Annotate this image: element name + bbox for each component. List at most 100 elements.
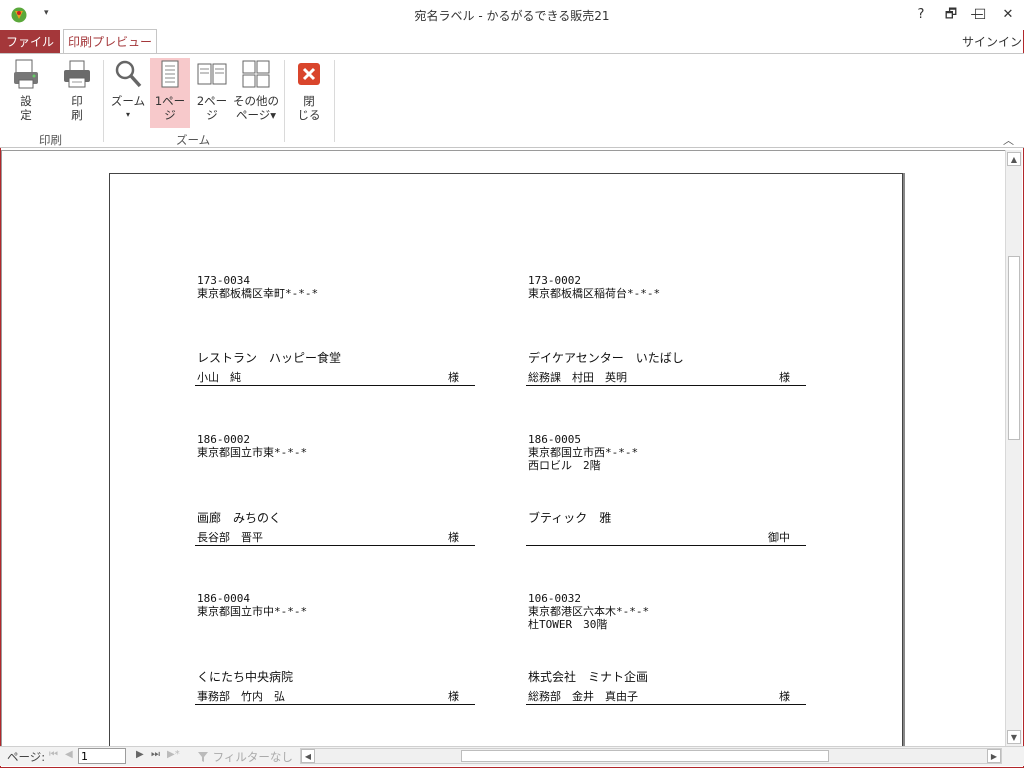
group-separator <box>103 60 104 142</box>
vertical-scroll-thumb[interactable] <box>1008 256 1020 440</box>
zoom-button[interactable]: ズーム ▾ <box>108 58 148 128</box>
label-address: 東京都国立市中*-*-* <box>197 605 308 618</box>
label-company: ブティック 雅 <box>528 511 612 525</box>
label-person: 事務部 竹内 弘 <box>197 690 285 703</box>
page-setup-icon <box>14 59 38 89</box>
filter-status[interactable]: フィルターなし <box>197 749 293 765</box>
page-setup-button[interactable]: 設 定 <box>6 58 46 128</box>
printer-icon <box>64 60 90 88</box>
label-underline <box>195 385 475 386</box>
close-window-button[interactable]: ✕ <box>993 4 1023 26</box>
address-label: 186-0002 東京都国立市東*-*-* 画廊 みちのく 長谷部 晋平 様 <box>195 433 477 547</box>
last-page-button[interactable]: ⏭ <box>151 749 160 760</box>
group-label-zoom: ズーム <box>176 133 211 147</box>
signin-link[interactable]: サインイン <box>962 33 1022 50</box>
scroll-left-button[interactable]: ◀ <box>301 749 315 763</box>
page-setup-label-1: 設 <box>20 94 32 108</box>
label-address: 東京都板橋区幸町*-*-* <box>197 287 319 300</box>
ribbon: 設 定 印 刷 印刷 ズーム ▾ 1ペー ジ 2ペー ジ その他の ページ▾ ズ… <box>0 53 1024 148</box>
label-address2: 杜TOWER 30階 <box>528 618 608 631</box>
scroll-up-button[interactable]: ▲ <box>1007 152 1021 166</box>
two-page-label-1: 2ペー <box>196 94 228 108</box>
page-number-input[interactable] <box>78 748 126 764</box>
print-button[interactable]: 印 刷 <box>56 58 98 128</box>
print-label-2: 刷 <box>71 108 83 122</box>
label-honorific: 様 <box>779 690 790 703</box>
label-company: くにたち中央病院 <box>197 670 294 684</box>
zoom-label: ズーム <box>110 94 146 108</box>
label-underline <box>526 385 806 386</box>
close-preview-button[interactable]: 閉 じる <box>290 58 328 128</box>
group-separator <box>284 60 285 142</box>
tab-file[interactable]: ファイル <box>0 30 60 54</box>
label-address2: 西ロビル 2階 <box>528 459 601 472</box>
two-page-icon <box>197 63 227 85</box>
label-zip: 186-0005 <box>528 433 581 446</box>
collapse-ribbon-icon[interactable]: ︿ <box>1003 132 1014 148</box>
label-honorific: 御中 <box>768 531 790 544</box>
more-pages-label-1: その他の <box>233 94 279 108</box>
label-person: 総務部 金井 真由子 <box>528 690 638 703</box>
label-zip: 173-0002 <box>528 274 581 287</box>
label-zip: 186-0004 <box>197 592 250 605</box>
address-label: 173-0034 東京都板橋区幸町*-*-* レストラン ハッピー食堂 小山 純… <box>195 274 477 388</box>
address-label: 173-0002 東京都板橋区稲荷台*-*-* デイケアセンター いたばし 総務… <box>526 274 808 388</box>
page-setup-label-2: 定 <box>20 108 32 122</box>
help-button[interactable]: ? <box>906 4 936 26</box>
address-label: 186-0004 東京都国立市中*-*-* くにたち中央病院 事務部 竹内 弘 … <box>195 592 477 706</box>
next-page-button[interactable]: ▶ <box>136 749 144 760</box>
one-page-button[interactable]: 1ペー ジ <box>150 58 190 128</box>
label-address: 東京都国立市西*-*-* <box>528 446 639 459</box>
magnifier-icon <box>115 60 142 88</box>
more-pages-button[interactable]: その他の ページ▾ <box>232 58 280 128</box>
scroll-down-button[interactable]: ▼ <box>1007 730 1021 744</box>
label-person: 小山 純 <box>197 371 241 384</box>
two-page-button[interactable]: 2ペー ジ <box>192 58 232 128</box>
label-company: 株式会社 ミナト企画 <box>528 670 649 684</box>
label-address: 東京都板橋区稲荷台*-*-* <box>528 287 661 300</box>
label-company: 画廊 みちのく <box>197 511 282 525</box>
label-honorific: 様 <box>448 690 459 703</box>
prev-page-button[interactable]: ◀ <box>65 749 73 760</box>
page-nav-label: ページ: <box>7 750 46 764</box>
tab-print-preview[interactable]: 印刷プレビュー <box>63 29 157 54</box>
label-person: 長谷部 晋平 <box>197 531 263 544</box>
label-company: レストラン ハッピー食堂 <box>197 351 342 365</box>
two-page-label-2: ジ <box>206 108 218 122</box>
close-preview-icon <box>298 63 320 85</box>
record-navigation-bar: ページ: ⏮ ◀ ▶ ⏭ ▶* フィルターなし ◀ ▶ <box>0 746 1024 766</box>
label-underline <box>526 704 806 705</box>
label-person: 総務課 村田 英明 <box>528 371 627 384</box>
close-preview-label-2: じる <box>297 108 321 122</box>
multi-page-icon <box>242 60 270 88</box>
group-separator <box>334 60 335 142</box>
horizontal-scroll-thumb[interactable] <box>461 750 829 762</box>
label-address: 東京都国立市東*-*-* <box>197 446 308 459</box>
maximize-button[interactable]: ☐ <box>965 4 995 26</box>
label-honorific: 様 <box>779 371 790 384</box>
scroll-right-button[interactable]: ▶ <box>987 749 1001 763</box>
address-label: 106-0032 東京都港区六本木*-*-* 杜TOWER 30階 株式会社 ミ… <box>526 592 808 706</box>
more-pages-label-2: ページ▾ <box>235 108 277 122</box>
print-label-1: 印 <box>71 94 83 108</box>
close-preview-label-1: 閉 <box>303 94 315 108</box>
filter-label: フィルターなし <box>212 750 293 764</box>
horizontal-scrollbar[interactable]: ◀ ▶ <box>300 748 1002 764</box>
label-zip: 106-0032 <box>528 592 581 605</box>
address-label: 186-0005 東京都国立市西*-*-* 西ロビル 2階 ブティック 雅 御中 <box>526 433 808 547</box>
group-label-print: 印刷 <box>39 133 62 147</box>
new-record-button[interactable]: ▶* <box>167 749 180 760</box>
window-title: 宛名ラベル - かるがるできる販売21 <box>414 9 610 23</box>
zoom-dropdown-icon: ▾ <box>125 110 130 119</box>
label-honorific: 様 <box>448 531 459 544</box>
label-honorific: 様 <box>448 371 459 384</box>
filter-icon <box>198 752 208 762</box>
vertical-scrollbar[interactable]: ▲ ▼ <box>1005 150 1022 746</box>
first-page-button[interactable]: ⏮ <box>49 749 58 760</box>
label-underline <box>526 545 806 546</box>
one-page-icon <box>161 60 179 88</box>
label-underline <box>195 545 475 546</box>
label-underline <box>195 704 475 705</box>
label-zip: 173-0034 <box>197 274 250 287</box>
print-preview-area: 173-0034 東京都板橋区幸町*-*-* レストラン ハッピー食堂 小山 純… <box>1 150 1006 747</box>
